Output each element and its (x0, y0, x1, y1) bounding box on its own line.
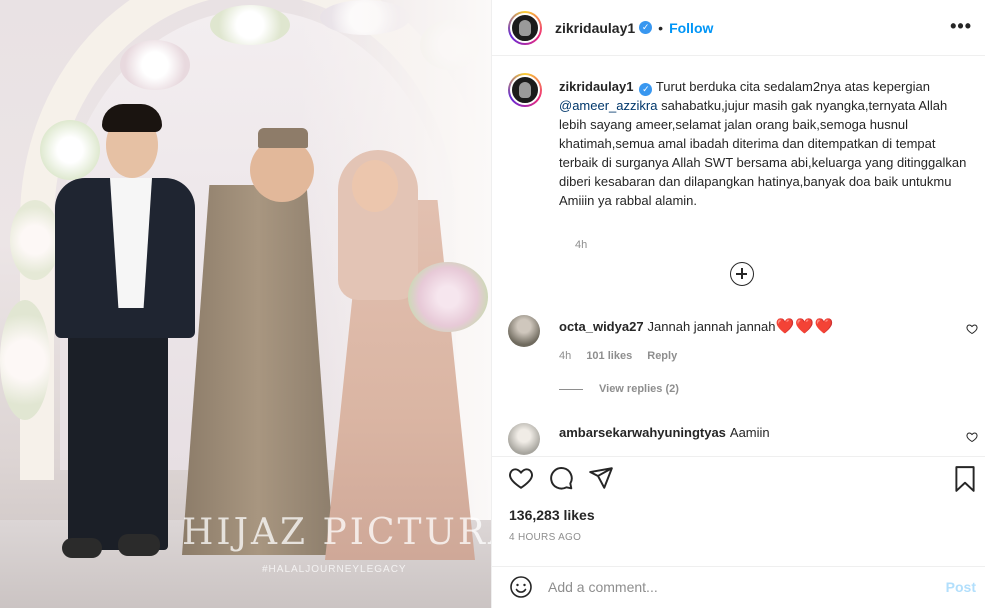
comment-text: octa_widya27 Jannah jannah jannah❤️❤️❤️ (559, 317, 835, 335)
post-timestamp[interactable]: 4 HOURS AGO (509, 532, 581, 543)
reply-button[interactable]: Reply (647, 350, 677, 362)
view-replies-button[interactable]: View replies (2) (559, 383, 679, 395)
replies-line (559, 388, 583, 390)
avatar-figure (519, 19, 531, 36)
like-heart-icon[interactable] (508, 465, 534, 494)
comment-bubble-icon[interactable] (548, 465, 574, 494)
flower-decoration (10, 200, 60, 280)
person-left-legs (68, 330, 168, 550)
follow-button[interactable]: Follow (669, 20, 713, 36)
load-more-comments-icon[interactable] (730, 262, 754, 286)
comment-body: Aamiin (729, 425, 770, 440)
avatar-figure (519, 82, 531, 98)
author-avatar[interactable] (508, 10, 542, 45)
flower-decoration (0, 300, 50, 420)
post-actions: 136,283 likes 4 HOURS AGO (492, 456, 985, 574)
comment-username[interactable]: octa_widya27 (559, 319, 644, 334)
flower-decoration (40, 120, 100, 180)
comment-like-heart-icon[interactable] (966, 431, 978, 446)
comment-item: octa_widya27 Jannah jannah jannah❤️❤️❤️ 4… (508, 315, 978, 395)
comment-input[interactable] (548, 576, 918, 598)
comment-likes[interactable]: 101 likes (586, 350, 632, 362)
header-separator: • (658, 19, 664, 36)
comments-area[interactable]: zikridaulay1 ✓ Turut berduka cita sedalam… (492, 57, 985, 455)
person-left-shoe (62, 538, 102, 558)
comment-avatar[interactable] (508, 423, 540, 455)
add-comment-bar: Post (492, 566, 985, 608)
post-comment-button[interactable]: Post (946, 579, 976, 595)
avatar-image (510, 75, 540, 105)
bouquet (408, 262, 488, 332)
comment-like-heart-icon[interactable] (966, 323, 978, 338)
post-photo[interactable]: HIJAZ PICTURA #HALALJOURNEYLEGACY (0, 0, 491, 608)
emoji-smiley-icon[interactable] (509, 575, 533, 602)
comment-avatar[interactable] (508, 315, 540, 347)
verified-badge-icon: ✓ (639, 83, 653, 96)
caption-body-end: sahabatku,jujur masih gak nyangka,ternya… (559, 98, 967, 208)
comment-item: ambarsekarwahyuningtyas Aamiin (508, 423, 978, 455)
caption-text: zikridaulay1 ✓ Turut berduka cita sedalam… (559, 77, 974, 210)
photo-watermark-tag: #HALALJOURNEYLEGACY (262, 564, 407, 575)
flower-decoration (120, 40, 190, 90)
likes-count[interactable]: 136,283 likes (509, 507, 595, 523)
avatar-image (510, 12, 540, 43)
author-username[interactable]: zikridaulay1 (555, 20, 635, 36)
caption-avatar[interactable] (508, 73, 542, 107)
comment-username[interactable]: ambarsekarwahyuningtyas (559, 425, 726, 440)
action-icons (508, 465, 628, 494)
caption-body-start: Turut berduka cita sedalam2nya atas kepe… (655, 79, 930, 94)
photo-watermark: HIJAZ PICTURA (182, 512, 491, 553)
caption-username[interactable]: zikridaulay1 (559, 79, 633, 94)
heart-emojis: ❤️❤️❤️ (775, 318, 835, 335)
flower-decoration (210, 5, 290, 45)
view-replies-label: View replies (2) (599, 383, 679, 395)
bookmark-save-icon[interactable] (952, 465, 978, 496)
caption-timestamp[interactable]: 4h (575, 239, 587, 251)
bride-face (352, 160, 398, 212)
person-left-shoe (118, 534, 160, 556)
verified-badge-icon: ✓ (639, 21, 653, 34)
comment-meta: 4h 101 likes Reply (559, 350, 689, 362)
share-send-icon[interactable] (588, 465, 614, 494)
comment-body: Jannah jannah jannah (647, 319, 776, 334)
comment-text: ambarsekarwahyuningtyas Aamiin (559, 425, 770, 440)
person-left-hair (102, 104, 162, 132)
comment-time[interactable]: 4h (559, 350, 571, 362)
caption-mention-link[interactable]: @ameer_azzikra (559, 98, 657, 113)
post-header: zikridaulay1 ✓ • Follow ••• (492, 0, 985, 56)
groom-cap (258, 128, 308, 148)
post-sidebar: zikridaulay1 ✓ • Follow ••• zikridaulay1… (491, 0, 985, 608)
more-options-icon[interactable]: ••• (950, 16, 972, 37)
